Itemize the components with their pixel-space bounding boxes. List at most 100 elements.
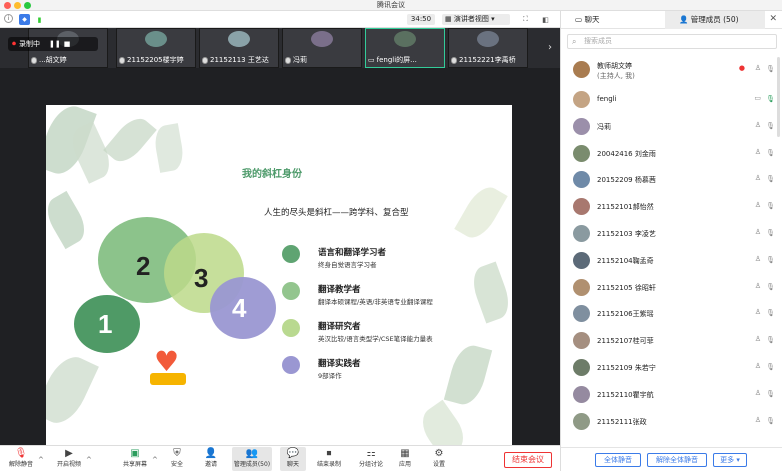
info-icon[interactable]: i [4, 14, 13, 23]
member-name: 21152110瞿宇航 [597, 390, 654, 399]
close-icon[interactable]: ✕ [769, 14, 777, 24]
member-row[interactable]: 21152105 徐昭轩 ♙ 🎙 [561, 276, 782, 299]
mic-muted-icon[interactable]: 🎙 [766, 336, 775, 344]
mic-muted-icon[interactable]: 🎙 [766, 175, 775, 183]
item-desc: 9部译作 [318, 372, 342, 380]
member-row[interactable]: 21152103 李凌艺 ♙ 🎙 [561, 222, 782, 245]
button-label: 设置 [432, 461, 445, 468]
view-mode-label: 演讲者视图 [453, 15, 489, 23]
tab-chat[interactable]: ▭ 聊天 [561, 11, 665, 29]
start-video-button[interactable]: ▶ 开启视频 [54, 447, 84, 471]
search-placeholder: 搜索成员 [584, 37, 612, 45]
view-mode-dropdown[interactable]: ▦ 演讲者视图 ▾ [442, 14, 510, 25]
member-row[interactable]: 21152109 朱若宁 ♙ 🎙 [561, 356, 782, 379]
tab-label: 管理成员 (50) [690, 15, 739, 24]
member-row[interactable]: 21152110瞿宇航 ♙ 🎙 [561, 383, 782, 406]
practice-icon [282, 356, 300, 374]
avatar [573, 251, 590, 269]
more-button[interactable]: 更多 ▾ [713, 453, 747, 467]
mic-muted-icon[interactable]: 🎙 [766, 202, 775, 210]
bubble-number: 1 [98, 309, 113, 339]
security-button[interactable]: ⛨ 安全 [166, 447, 188, 471]
member-row[interactable]: 21152107桂可菲 ♙ 🎙 [561, 329, 782, 352]
chevron-up-icon[interactable]: ^ [152, 456, 158, 464]
research-icon [282, 319, 300, 337]
chevron-up-icon[interactable]: ^ [38, 456, 44, 464]
video-thumb[interactable]: 21152205楼宇婷 [116, 28, 196, 68]
unmute-button[interactable]: 🎙 解除静音 [6, 447, 36, 471]
signal-icon[interactable]: ▮ [34, 14, 45, 25]
mute-all-button[interactable]: 全体静音 [595, 453, 641, 467]
bubble-number: 4 [232, 293, 247, 323]
share-screen-button[interactable]: ▣ 共享屏幕 [120, 447, 150, 471]
slide-title: 我的斜杠身份 [242, 169, 302, 180]
member-name: 21152109 朱若宁 [597, 364, 656, 372]
mic-muted-icon[interactable]: 🎙 [766, 149, 775, 157]
mic-icon [202, 56, 208, 64]
thumb-label: 21152113 王艺达 [210, 56, 269, 64]
shield-icon: ⛨ [173, 447, 181, 459]
member-row[interactable]: fengli ▭ 🎙 [561, 88, 782, 111]
mic-muted-icon[interactable]: 🎙 [766, 65, 775, 73]
chat-button[interactable]: 💬 聊天 [280, 447, 306, 471]
button-label: 开启视频 [56, 461, 81, 468]
avatar [573, 61, 590, 78]
leaf-decoration [46, 190, 92, 250]
member-search-input[interactable]: ⌕ 搜索成员 [567, 34, 777, 49]
avatar [573, 385, 590, 403]
stop-icon[interactable]: ■ [64, 40, 71, 48]
member-row[interactable]: 20152209 杨慕茜 ♙ 🎙 [561, 168, 782, 191]
mic-muted-icon[interactable]: 🎙 [766, 122, 775, 130]
button-label: 邀请 [204, 461, 217, 468]
avatar [573, 198, 590, 216]
member-row[interactable]: 冯莉 ♙ 🎙 [561, 115, 782, 138]
member-row[interactable]: 21152101郝怡然 ♙ 🎙 [561, 195, 782, 218]
breakout-button[interactable]: ⚏ 分组讨论 [356, 447, 386, 471]
member-name: 20042416 刘金雨 [597, 149, 656, 158]
invite-icon: 👤 [204, 447, 218, 459]
pause-icon[interactable]: ❚❚ [49, 40, 61, 48]
mic-muted-icon[interactable]: 🎙 [766, 256, 775, 264]
apps-button[interactable]: ▦ 应用 [394, 447, 416, 471]
invite-button[interactable]: 👤 邀请 [198, 447, 224, 471]
bubble-number: 3 [194, 263, 209, 293]
mic-muted-icon[interactable]: 🎙 [766, 229, 775, 237]
video-thumb[interactable]: 冯莉 [282, 28, 362, 68]
member-row[interactable]: 20042416 刘金雨 ♙ 🎙 [561, 142, 782, 165]
tab-label: 聊天 [584, 15, 600, 24]
member-row[interactable]: 21152104鞠孟奇 ♙ 🎙 [561, 249, 782, 272]
manage-members-button[interactable]: 👥 管理成员(50) [232, 447, 272, 471]
avatar [228, 31, 250, 47]
button-label: 管理成员(50) [233, 461, 271, 468]
stop-recording-button[interactable]: ⏹ 结束录制 [314, 447, 344, 471]
shield-icon[interactable]: ◆ [19, 14, 30, 25]
mic-muted-icon[interactable]: 🎙 [766, 417, 775, 425]
user-icon: ♙ [754, 147, 761, 156]
unmute-all-button[interactable]: 解除全体静音 [647, 453, 707, 467]
item-desc: 翻译本硕课程/英语/非英语专业翻译课程 [318, 298, 433, 306]
mic-muted-icon[interactable]: 🎙 [766, 363, 775, 371]
sidebar-toggle-icon[interactable]: ◧ [540, 14, 551, 25]
chevron-up-icon[interactable]: ^ [86, 456, 92, 464]
member-row[interactable]: 21152106王紫瑶 ♙ 🎙 [561, 302, 782, 325]
member-row[interactable]: 21152111张政 ♙ 🎙 [561, 410, 782, 433]
avatar [573, 359, 590, 376]
button-label: 安全 [170, 461, 183, 468]
tab-members[interactable]: 👤 管理成员 (50) [665, 11, 765, 29]
mic-muted-icon[interactable]: 🎙 [766, 309, 775, 317]
mic-icon[interactable]: 🎙 [766, 95, 775, 103]
video-thumb[interactable]: ▭ fengli的屏... [365, 28, 445, 68]
end-meeting-button[interactable]: 结束会议 [504, 452, 552, 468]
avatar [573, 305, 590, 323]
member-host[interactable]: 教师胡文婷 (主持人, 我) ● ♙ 🎙 [561, 58, 782, 84]
mic-muted-icon[interactable]: 🎙 [766, 283, 775, 291]
fullscreen-icon[interactable]: ⛶ [520, 14, 531, 25]
meeting-toolbar: 🎙 解除静音 ^ ▶ 开启视频 ^ ▣ 共享屏幕 ^ ⛨ 安全 👤 邀请 👥 管理成员(50… [0, 445, 560, 471]
avatar [573, 278, 590, 296]
video-thumb[interactable]: 21152113 王艺达 [199, 28, 279, 68]
strip-next-arrow-icon[interactable]: › [540, 28, 560, 68]
settings-button[interactable]: ⚙ 设置 [428, 447, 450, 471]
member-name: 21152106王紫瑶 [597, 310, 654, 319]
video-thumb[interactable]: 21152221李禹桥 [448, 28, 528, 68]
mic-muted-icon[interactable]: 🎙 [766, 390, 775, 398]
